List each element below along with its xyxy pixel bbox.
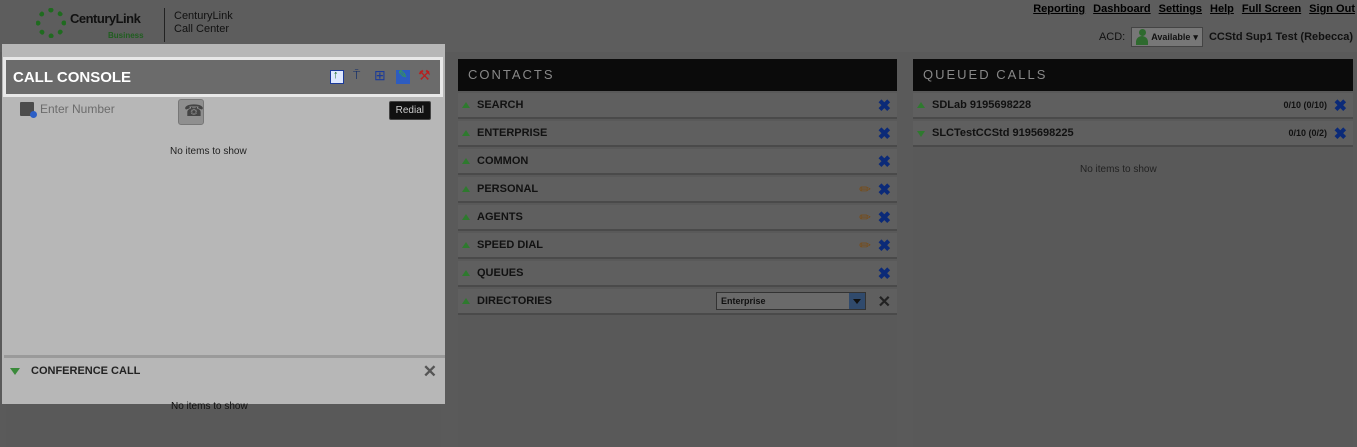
close-icon[interactable]: ✖ [878, 96, 891, 116]
pencil-icon[interactable]: ✏ [859, 209, 871, 226]
link-reporting[interactable]: Reporting [1033, 3, 1085, 15]
close-icon[interactable]: ✖ [878, 124, 891, 144]
link-full-screen[interactable]: Full Screen [1242, 3, 1301, 15]
app-name: CenturyLink Call Center [174, 10, 233, 35]
queue-empty-message: No items to show [1080, 164, 1157, 175]
conference-call-title: CONFERENCE CALL [31, 365, 141, 377]
dial-row: Redial [20, 99, 435, 125]
contacts-section-directories[interactable]: DIRECTORIES Enterprise ✕ [458, 289, 897, 315]
centurylink-logo-icon [36, 8, 66, 38]
phonebook-icon[interactable] [20, 102, 37, 118]
expand-arrow-icon [462, 242, 470, 248]
close-icon[interactable]: ✖ [878, 152, 891, 172]
conference-call-bar[interactable]: CONFERENCE CALL ✕ [4, 355, 445, 388]
collapse-arrow-icon [917, 131, 925, 137]
acd-bar: ACD: Available ▾ CCStd Sup1 Test (Rebecc… [1099, 27, 1353, 47]
push-to-talk-icon[interactable] [352, 68, 366, 84]
brand-sub: Business [108, 31, 144, 40]
close-icon[interactable]: ✖ [878, 208, 891, 228]
queue-label: SDLab 9195698228 [932, 99, 1032, 111]
directory-select-value: Enterprise [721, 296, 766, 306]
expand-arrow-icon [462, 130, 470, 136]
queue-count: 0/10 (0/10) [1283, 100, 1327, 110]
contacts-section-personal[interactable]: PERSONAL ✏ ✖ [458, 177, 897, 203]
contacts-section-queues[interactable]: QUEUES ✖ [458, 261, 897, 287]
settings-tools-icon[interactable] [418, 67, 432, 84]
expand-arrow-icon [462, 298, 470, 304]
queue-row[interactable]: SLCTestCCStd 9195698225 0/10 (0/2) ✖ [913, 121, 1353, 147]
chevron-down-icon[interactable] [849, 293, 865, 309]
directory-select[interactable]: Enterprise [716, 292, 866, 310]
close-icon[interactable]: ✖ [878, 236, 891, 256]
queue-row[interactable]: SDLab 9195698228 0/10 (0/10) ✖ [913, 93, 1353, 119]
queue-label: SLCTestCCStd 9195698225 [932, 127, 1074, 139]
queue-count: 0/10 (0/2) [1288, 128, 1327, 138]
queued-calls-title: QUEUED CALLS [913, 59, 1353, 91]
contacts-section-enterprise[interactable]: ENTERPRISE ✖ [458, 121, 897, 147]
acd-status-value: Available [1151, 32, 1191, 42]
enter-number-input[interactable] [40, 101, 180, 117]
link-sign-out[interactable]: Sign Out [1309, 3, 1355, 15]
notes-icon[interactable] [396, 68, 410, 84]
user-name: CCStd Sup1 Test (Rebecca) [1208, 31, 1353, 43]
close-icon[interactable]: ✖ [878, 180, 891, 200]
transfer-icon[interactable] [330, 69, 344, 84]
close-icon[interactable]: ✖ [878, 264, 891, 284]
acd-label: ACD: [1098, 31, 1126, 43]
link-settings[interactable]: Settings [1159, 3, 1202, 15]
conference-list: No items to show [6, 401, 441, 447]
pencil-icon[interactable]: ✏ [859, 237, 871, 254]
section-label: SPEED DIAL [477, 239, 544, 251]
dial-phone-button[interactable] [178, 99, 204, 125]
contacts-panel: CONTACTS SEARCH ✖ ENTERPRISE ✖ COMMON ✖ … [458, 59, 897, 447]
queued-calls-panel: QUEUED CALLS SDLab 9195698228 0/10 (0/10… [913, 59, 1353, 447]
expand-arrow-icon [462, 186, 470, 192]
section-label: AGENTS [477, 211, 523, 223]
contacts-section-agents[interactable]: AGENTS ✏ ✖ [458, 205, 897, 231]
pencil-icon[interactable]: ✏ [859, 181, 871, 198]
redial-button[interactable]: Redial [388, 101, 431, 120]
contacts-section-speed-dial[interactable]: SPEED DIAL ✏ ✖ [458, 233, 897, 259]
expand-arrow-icon [462, 214, 470, 220]
logo: CenturyLink Business CenturyLink Call Ce… [36, 6, 246, 44]
close-icon[interactable]: ✖ [1334, 96, 1347, 116]
expand-arrow-icon [462, 158, 470, 164]
expand-arrow-icon [917, 102, 925, 108]
binoculars-icon[interactable] [374, 67, 388, 84]
call-console-panel: CALL CONSOLE Redial No items to show CON… [2, 44, 445, 404]
logo-divider [164, 8, 165, 42]
brand-name: CenturyLink [70, 11, 141, 26]
section-label: DIRECTORIES [477, 295, 552, 307]
close-icon[interactable]: ✕ [878, 292, 891, 312]
link-help[interactable]: Help [1210, 3, 1234, 15]
call-console-title: CALL CONSOLE [13, 68, 132, 86]
calls-empty-message: No items to show [170, 146, 247, 157]
link-dashboard[interactable]: Dashboard [1093, 3, 1150, 15]
section-label: QUEUES [477, 267, 524, 279]
acd-status-select[interactable]: Available ▾ [1131, 27, 1203, 47]
contacts-section-search[interactable]: SEARCH ✖ [458, 93, 897, 119]
section-label: ENTERPRISE [477, 127, 548, 139]
call-console-titlebar: CALL CONSOLE [3, 57, 443, 97]
close-icon[interactable]: ✕ [423, 362, 437, 382]
close-icon[interactable]: ✖ [1334, 124, 1347, 144]
expand-arrow-icon [462, 270, 470, 276]
agent-status-icon [1136, 29, 1149, 45]
conference-empty-message: No items to show [171, 401, 248, 412]
contacts-section-common[interactable]: COMMON ✖ [458, 149, 897, 175]
contacts-title: CONTACTS [458, 59, 897, 91]
call-console-tools [330, 67, 432, 84]
chevron-down-icon: ▾ [1193, 31, 1198, 42]
section-label: PERSONAL [477, 183, 539, 195]
top-links: Reporting Dashboard Settings Help Full S… [1033, 3, 1355, 15]
expand-arrow-icon [462, 102, 470, 108]
section-label: SEARCH [477, 99, 524, 111]
expand-arrow-icon [10, 368, 20, 375]
section-label: COMMON [477, 155, 529, 167]
